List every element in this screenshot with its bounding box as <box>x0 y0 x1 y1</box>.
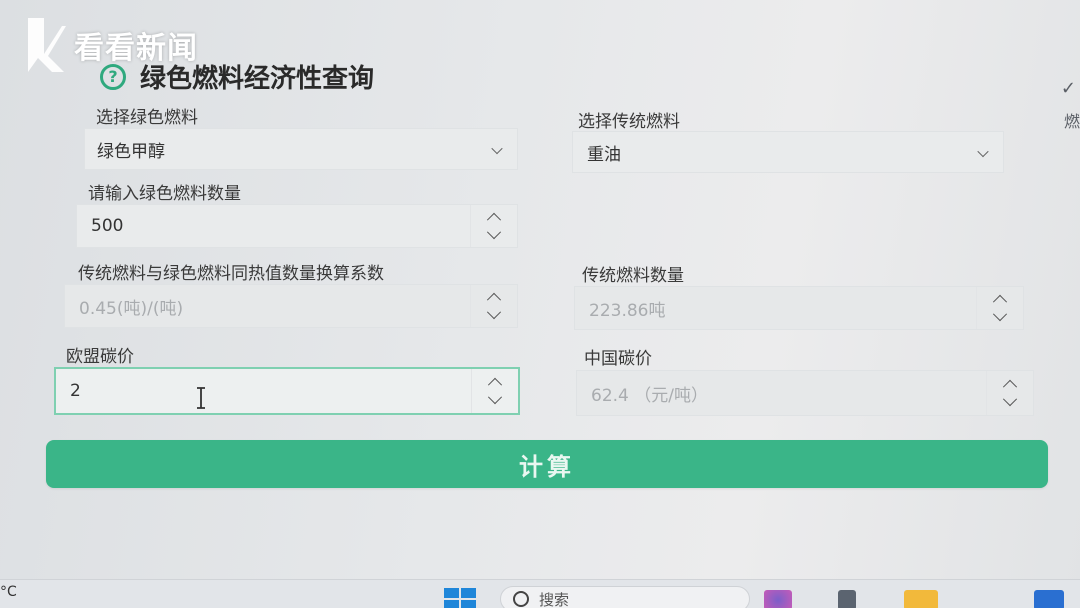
green-fuel-select[interactable]: 绿色甲醇 <box>84 128 518 170</box>
cn-carbon-label: 中国碳价 <box>584 349 652 369</box>
eu-carbon-input[interactable]: 2 <box>54 367 520 415</box>
edge-clipped-text: 燃 <box>1063 112 1080 131</box>
watermark-text: 看看新闻 <box>74 31 198 66</box>
eu-carbon-value: 2 <box>70 381 81 401</box>
traditional-qty-value: 223.86吨 <box>589 300 666 321</box>
cn-carbon-input[interactable]: 62.4 （元/吨） <box>576 370 1034 416</box>
traditional-qty-input[interactable]: 223.86吨 <box>574 286 1024 330</box>
weather-temp[interactable]: °C <box>0 584 17 600</box>
green-fuel-label: 选择绿色燃料 <box>96 108 198 128</box>
file-explorer-icon[interactable] <box>904 590 938 608</box>
chevron-down-icon <box>491 142 503 155</box>
quantity-stepper <box>470 285 517 327</box>
quantity-stepper <box>976 287 1023 329</box>
chevron-down-icon <box>977 145 989 158</box>
decrement-chevron-down-icon[interactable] <box>992 306 1008 321</box>
app-icon[interactable] <box>838 590 856 608</box>
news-watermark: 看看新闻 <box>22 14 198 76</box>
calculate-button[interactable]: 计算 <box>46 440 1048 488</box>
green-qty-value: 500 <box>91 216 124 236</box>
cn-carbon-value: 62.4 （元/吨） <box>591 385 708 406</box>
colorful-app-icon[interactable] <box>764 590 792 608</box>
app-screen: 看看新闻 ? 绿色燃料经济性查询 ✓ 燃 选择绿色燃料 绿色甲醇 选择传统燃料 … <box>0 0 1080 608</box>
text-cursor-icon <box>197 387 205 409</box>
search-icon <box>513 591 529 607</box>
quantity-stepper <box>986 371 1033 415</box>
quantity-stepper <box>471 369 518 413</box>
windows-start-icon[interactable] <box>444 588 476 608</box>
traditional-fuel-value: 重油 <box>587 144 621 165</box>
store-icon[interactable] <box>1034 590 1064 608</box>
green-qty-label: 请输入绿色燃料数量 <box>88 184 241 204</box>
conversion-input[interactable]: 0.45(吨)/(吨) <box>64 284 518 328</box>
os-taskbar: °C 搜索 <box>0 579 1080 608</box>
decrement-chevron-down-icon[interactable] <box>1002 392 1018 407</box>
conversion-value: 0.45(吨)/(吨) <box>79 298 184 319</box>
green-qty-input[interactable]: 500 <box>76 204 518 248</box>
kankan-logo-icon <box>28 18 66 72</box>
taskbar-search[interactable]: 搜索 <box>500 586 750 608</box>
traditional-fuel-label: 选择传统燃料 <box>578 112 680 132</box>
eu-carbon-label: 欧盟碳价 <box>66 347 134 367</box>
edge-check-icon: ✓ <box>1060 78 1076 99</box>
traditional-fuel-select[interactable]: 重油 <box>572 131 1004 173</box>
green-fuel-value: 绿色甲醇 <box>97 141 165 162</box>
traditional-qty-label: 传统燃料数量 <box>582 266 684 286</box>
decrement-chevron-down-icon[interactable] <box>486 224 502 239</box>
search-placeholder: 搜索 <box>539 590 570 608</box>
conversion-label: 传统燃料与绿色燃料同热值数量换算系数 <box>78 264 384 284</box>
decrement-chevron-down-icon[interactable] <box>486 304 502 319</box>
quantity-stepper <box>470 205 517 247</box>
decrement-chevron-down-icon[interactable] <box>487 390 503 405</box>
